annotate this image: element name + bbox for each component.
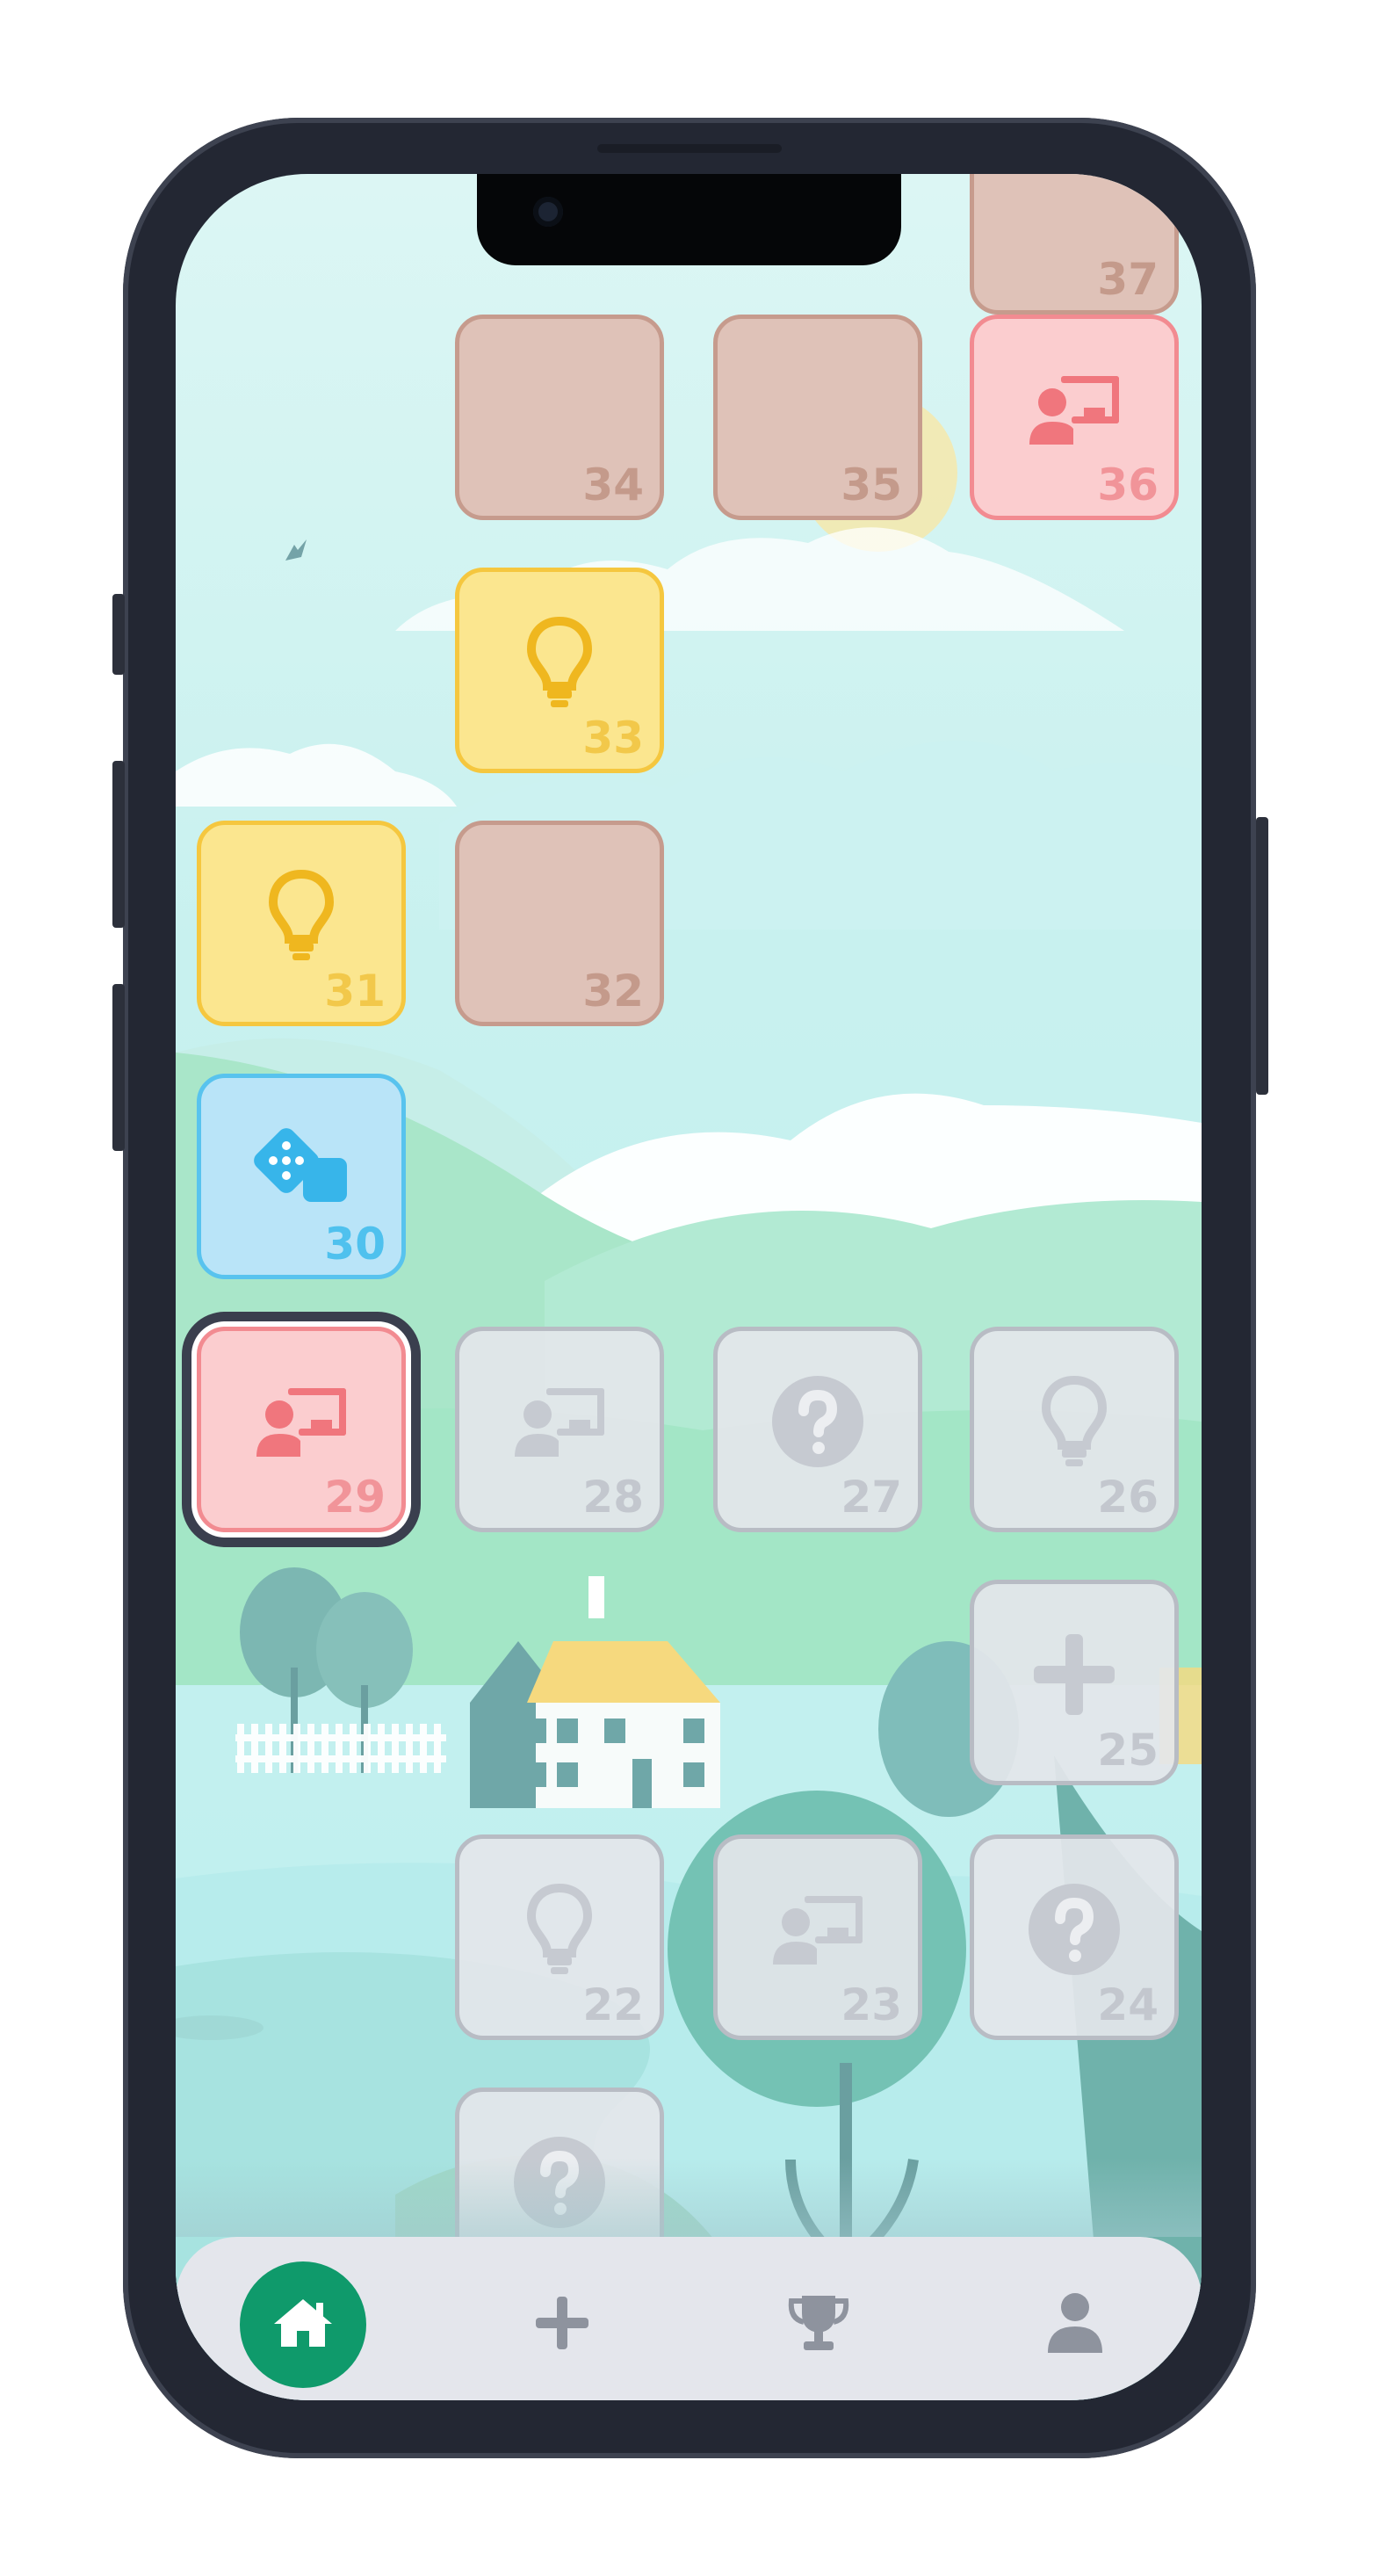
level-tile-24[interactable]: 24 bbox=[970, 1834, 1179, 2040]
plus-icon bbox=[1030, 1631, 1118, 1722]
lightbulb-icon bbox=[524, 614, 595, 714]
presentation-icon bbox=[511, 1385, 608, 1462]
level-tile-29-current[interactable]: 29 bbox=[197, 1327, 406, 1532]
home-icon bbox=[271, 2296, 336, 2354]
level-number: 35 bbox=[841, 459, 902, 510]
level-number: 34 bbox=[582, 459, 644, 510]
lightbulb-icon bbox=[524, 1881, 595, 1981]
level-tile-37[interactable]: 37 bbox=[970, 174, 1179, 315]
level-tile-35[interactable]: 35 bbox=[713, 315, 922, 520]
trophy-icon bbox=[786, 2292, 851, 2357]
lightbulb-icon bbox=[1039, 1373, 1109, 1473]
speaker-grille bbox=[597, 144, 782, 153]
volume-down-button bbox=[112, 984, 125, 1151]
plus-icon bbox=[534, 2295, 590, 2355]
level-tile-31[interactable]: 31 bbox=[197, 821, 406, 1026]
volume-up-button bbox=[112, 761, 125, 928]
bottom-navigation-bar bbox=[176, 2237, 1202, 2400]
level-tile-30[interactable]: 30 bbox=[197, 1074, 406, 1279]
level-number: 36 bbox=[1097, 459, 1159, 510]
level-tile-34[interactable]: 34 bbox=[455, 315, 664, 520]
level-number: 31 bbox=[324, 966, 386, 1017]
question-icon bbox=[770, 1374, 865, 1473]
level-number: 22 bbox=[582, 1979, 644, 2030]
user-icon bbox=[1046, 2291, 1104, 2358]
question-icon bbox=[1027, 1882, 1122, 1980]
level-number: 24 bbox=[1097, 1979, 1159, 2030]
level-number: 32 bbox=[582, 966, 644, 1017]
presentation-icon bbox=[253, 1385, 350, 1462]
level-tile-23[interactable]: 23 bbox=[713, 1834, 922, 2040]
presentation-icon bbox=[769, 1892, 866, 1970]
nav-add-button[interactable] bbox=[499, 2261, 625, 2388]
notch bbox=[477, 174, 901, 265]
level-number: 37 bbox=[1097, 254, 1159, 305]
level-number: 29 bbox=[324, 1472, 386, 1523]
level-number: 26 bbox=[1097, 1472, 1159, 1523]
screen: 37 34 35 36 33 31 32 30 29 28 27 26 25 2… bbox=[176, 174, 1202, 2400]
mute-switch bbox=[112, 594, 125, 675]
level-tile-36[interactable]: 36 bbox=[970, 315, 1179, 520]
dice-icon bbox=[252, 1126, 350, 1214]
level-number: 25 bbox=[1097, 1725, 1159, 1776]
level-number: 23 bbox=[841, 1979, 902, 2030]
level-number: 33 bbox=[582, 713, 644, 763]
nav-trophy-button[interactable] bbox=[755, 2261, 882, 2388]
nav-home-button[interactable] bbox=[240, 2261, 366, 2388]
level-tile-25[interactable]: 25 bbox=[970, 1580, 1179, 1785]
level-number: 27 bbox=[841, 1472, 902, 1523]
level-number: 28 bbox=[582, 1472, 644, 1523]
level-number: 30 bbox=[324, 1219, 386, 1270]
level-tile-22[interactable]: 22 bbox=[455, 1834, 664, 2040]
nav-shadow bbox=[176, 2158, 1202, 2237]
level-tile-26[interactable]: 26 bbox=[970, 1327, 1179, 1532]
lightbulb-icon bbox=[266, 867, 336, 967]
nav-profile-button[interactable] bbox=[1012, 2261, 1138, 2388]
front-camera bbox=[533, 197, 563, 227]
level-tile-28[interactable]: 28 bbox=[455, 1327, 664, 1532]
level-tile-33[interactable]: 33 bbox=[455, 568, 664, 773]
presentation-icon bbox=[1026, 373, 1123, 450]
level-tile-27[interactable]: 27 bbox=[713, 1327, 922, 1532]
power-button bbox=[1256, 817, 1268, 1095]
level-tile-32[interactable]: 32 bbox=[455, 821, 664, 1026]
